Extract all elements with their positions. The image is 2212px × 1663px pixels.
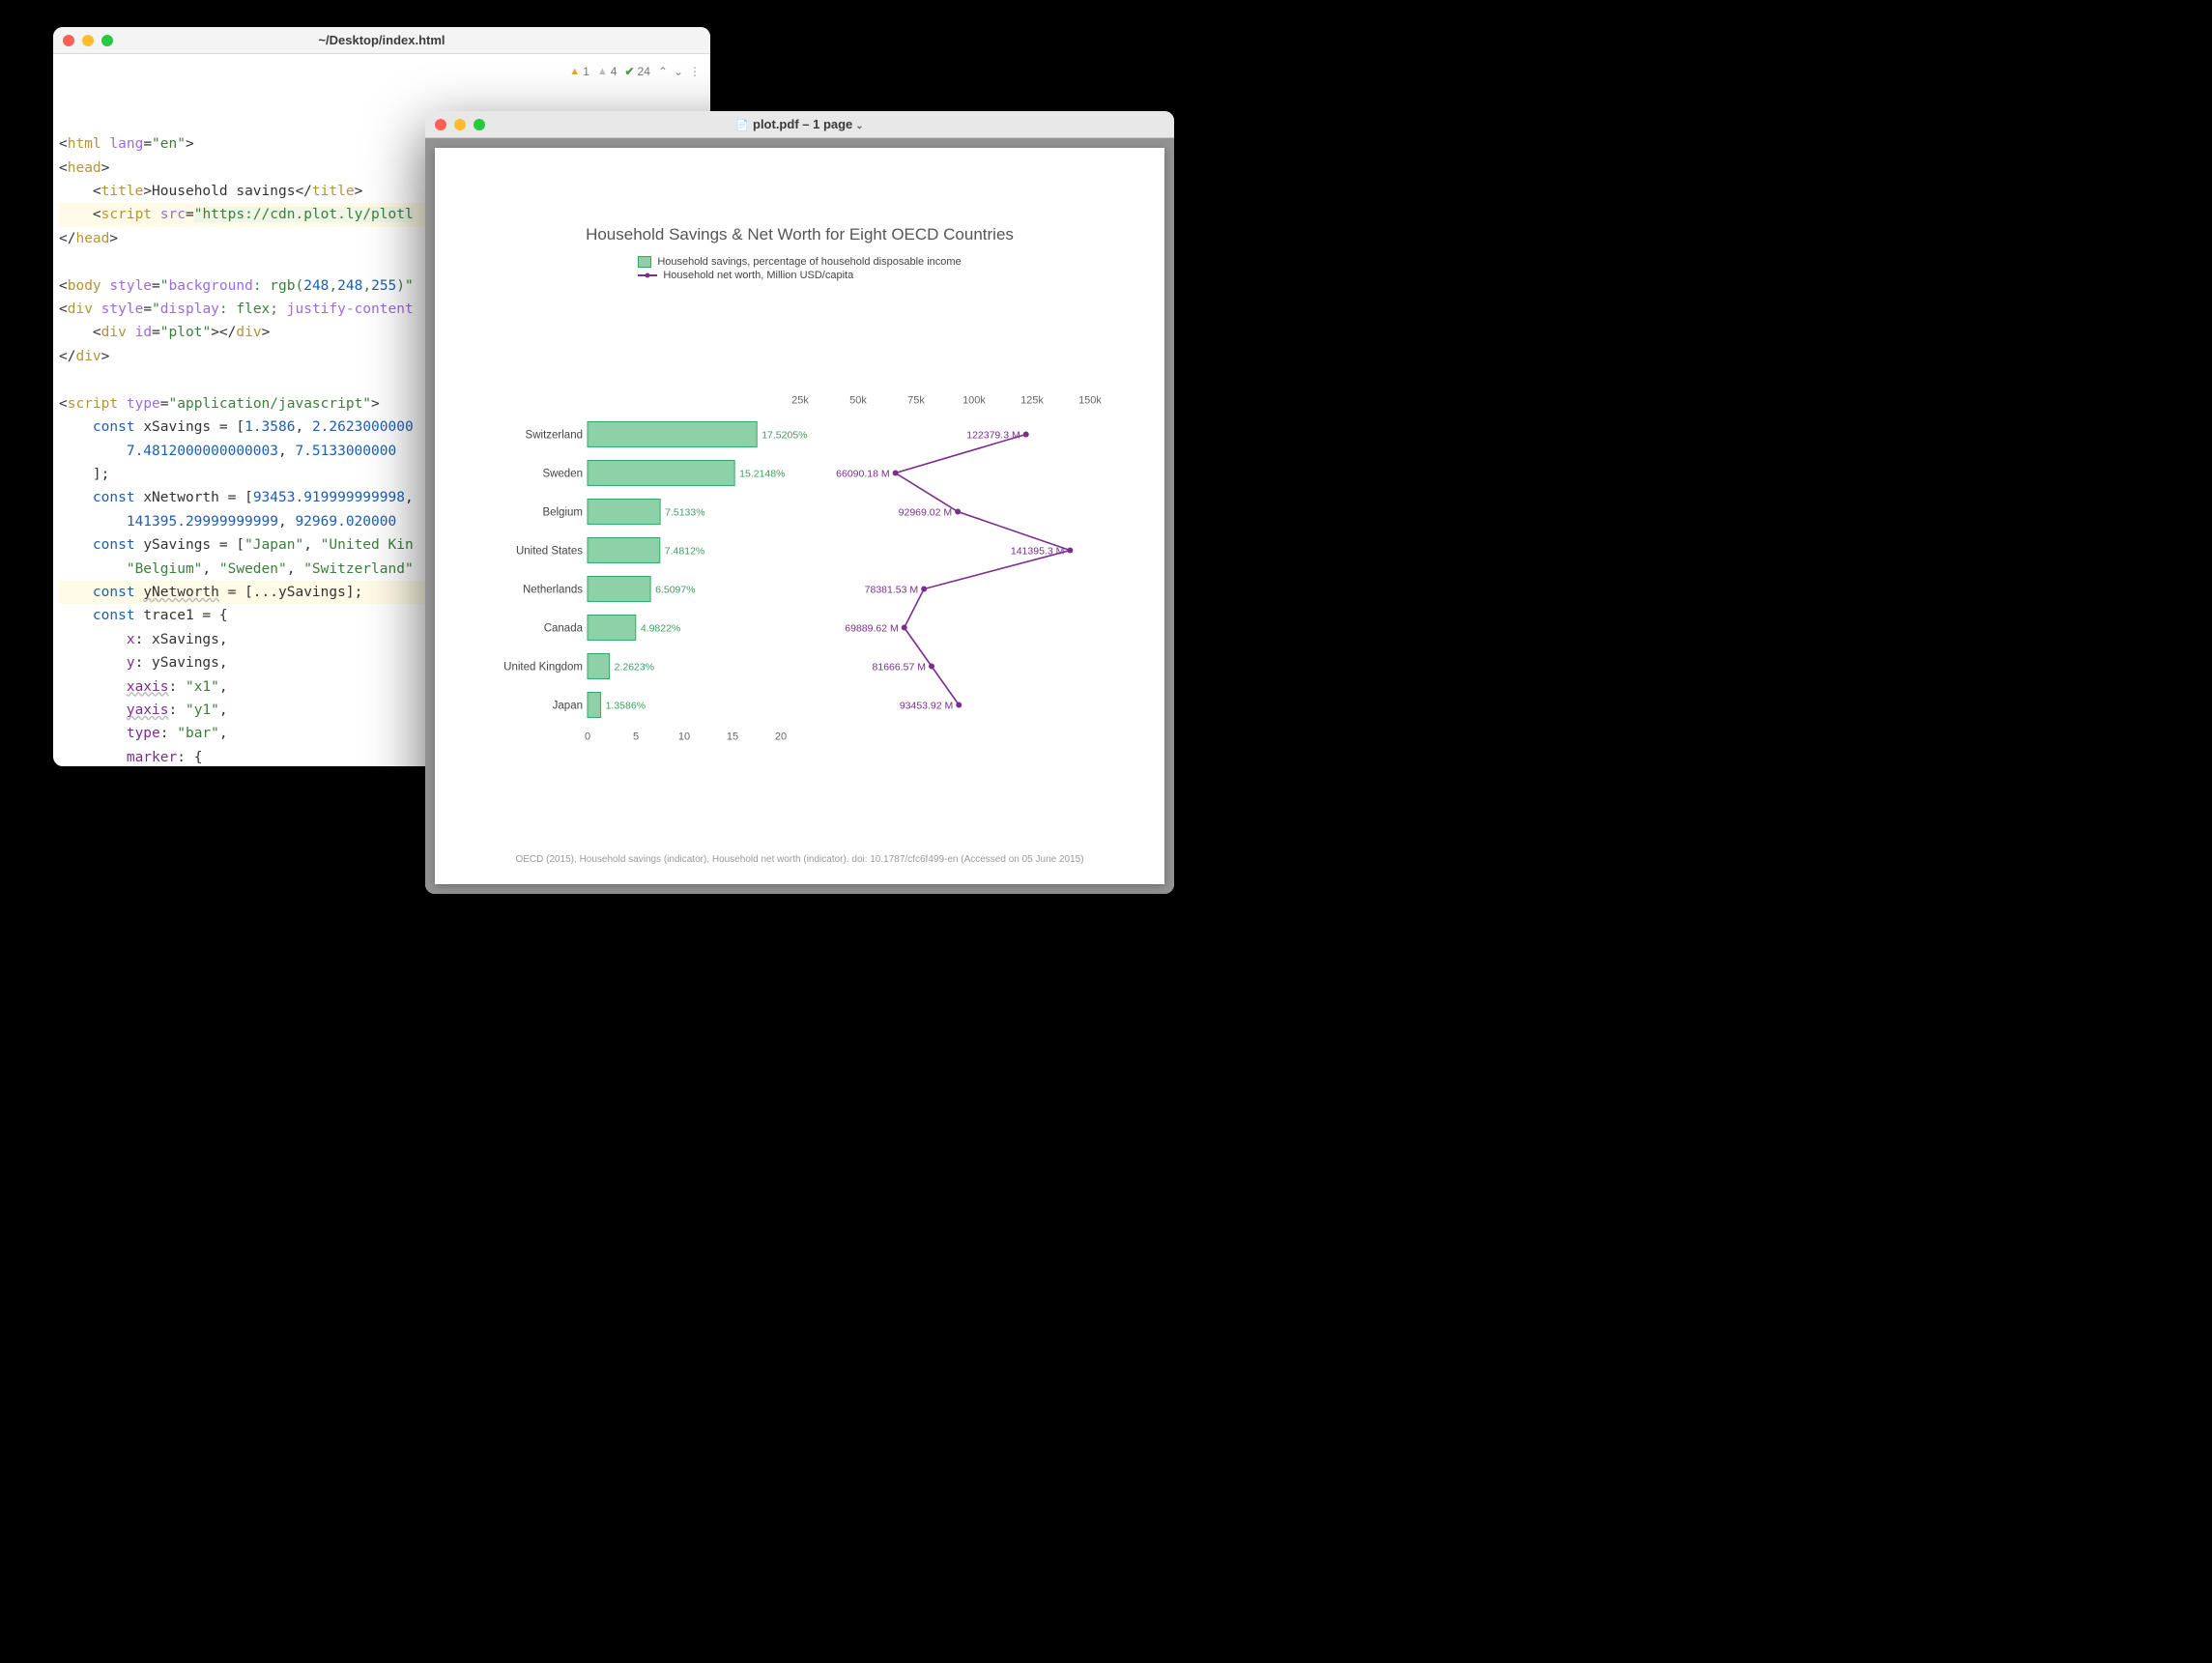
- bar-value-label: 6.5097%: [655, 585, 695, 596]
- bar: [588, 654, 610, 679]
- legend-item-savings: Household savings, percentage of househo…: [638, 256, 961, 268]
- weak-warning-count: 4: [611, 60, 618, 83]
- legend-label: Household net worth, Million USD/capita: [663, 270, 853, 281]
- more-icon[interactable]: ⋮: [689, 60, 701, 83]
- close-icon[interactable]: [435, 119, 446, 130]
- networth-value-label: 93453.92 M: [899, 701, 952, 712]
- networth-value-label: 141395.3 M: [1010, 546, 1063, 558]
- chart-title: Household Savings & Net Worth for Eight …: [586, 225, 1014, 244]
- plot-titlebar: 📄 plot.pdf – 1 page⌄: [425, 111, 1174, 138]
- category-label: United States: [515, 546, 582, 558]
- x2-axis-tick: 150k: [1078, 395, 1102, 407]
- plot-title-text: plot.pdf – 1 page: [753, 117, 852, 131]
- networth-value-label: 81666.57 M: [872, 662, 925, 674]
- editor-title: ~/Desktop/index.html: [53, 33, 710, 47]
- ok-count: 24: [638, 60, 650, 83]
- chevron-down-icon[interactable]: ⌄: [674, 60, 681, 83]
- category-label: Japan: [552, 701, 582, 712]
- x2-axis-tick: 50k: [849, 395, 867, 407]
- bar-value-label: 4.9822%: [640, 623, 679, 635]
- networth-value-label: 78381.53 M: [864, 585, 917, 596]
- bar: [588, 616, 636, 641]
- source-note: OECD (2015), Household savings (indicato…: [515, 854, 1083, 865]
- x2-axis-tick: 100k: [962, 395, 986, 407]
- plot-paper: Household Savings & Net Worth for Eight …: [435, 148, 1164, 884]
- networth-point: [921, 587, 927, 592]
- editor-titlebar: ~/Desktop/index.html: [53, 27, 710, 54]
- plot-traffic-lights: [435, 119, 485, 130]
- bar-value-label: 7.4812%: [664, 546, 704, 558]
- bar-value-label: 2.2623%: [614, 662, 653, 674]
- plot-title[interactable]: 📄 plot.pdf – 1 page⌄: [425, 117, 1174, 131]
- x-axis-tick: 0: [584, 731, 589, 743]
- chevron-up-icon[interactable]: ⌃: [658, 60, 666, 83]
- minimize-icon[interactable]: [454, 119, 466, 130]
- plot-frame: Household Savings & Net Worth for Eight …: [425, 138, 1174, 894]
- bar: [588, 538, 660, 563]
- legend-line-icon: [638, 274, 657, 276]
- networth-point: [928, 664, 934, 670]
- legend-swatch-icon: [638, 256, 651, 268]
- networth-value-label: 66090.18 M: [836, 469, 889, 480]
- x2-axis-tick: 25k: [791, 395, 809, 407]
- x-axis-tick: 15: [726, 731, 737, 743]
- bar-value-label: 1.3586%: [605, 701, 645, 712]
- bar-value-label: 17.5205%: [761, 430, 807, 442]
- networth-value-label: 69889.62 M: [845, 623, 898, 635]
- chart-svg: Switzerland 17.5205% Sweden 15.2148% Belgium…: [491, 293, 1109, 846]
- plot-window: 📄 plot.pdf – 1 page⌄ Household Savings & …: [425, 111, 1174, 894]
- category-label: Canada: [543, 623, 583, 635]
- x-axis-tick: 5: [632, 731, 638, 743]
- chart-legend: Household savings, percentage of househo…: [638, 256, 961, 283]
- networth-point: [1067, 548, 1073, 554]
- inspection-widget[interactable]: ▲1 ▲4 ✔24 ⌃ ⌄ ⋮: [569, 60, 701, 83]
- checkmark-icon: ✔: [624, 60, 634, 83]
- bar: [588, 577, 650, 602]
- legend-label: Household savings, percentage of househo…: [657, 256, 961, 268]
- category-label: Netherlands: [522, 585, 582, 596]
- x-axis-tick: 20: [774, 731, 786, 743]
- warning-icon: ▲: [569, 60, 580, 83]
- chart-area: Switzerland 17.5205% Sweden 15.2148% Belgium…: [491, 293, 1109, 846]
- networth-point: [1022, 432, 1028, 438]
- category-label: Switzerland: [525, 430, 582, 442]
- bar: [588, 693, 601, 718]
- bar: [588, 500, 660, 525]
- networth-point: [956, 702, 962, 708]
- networth-point: [901, 625, 906, 631]
- x-axis-tick: 10: [677, 731, 689, 743]
- networth-value-label: 92969.02 M: [898, 507, 951, 519]
- pdf-icon: 📄: [735, 120, 749, 131]
- x2-axis-tick: 75k: [907, 395, 925, 407]
- bar: [588, 461, 734, 486]
- minimize-icon[interactable]: [82, 35, 94, 46]
- networth-value-label: 122379.3 M: [966, 430, 1020, 442]
- chevron-down-icon: ⌄: [855, 121, 863, 131]
- bar: [588, 422, 757, 447]
- warning-count: 1: [583, 60, 589, 83]
- networth-point: [892, 471, 898, 476]
- category-label: Belgium: [542, 507, 583, 519]
- x2-axis-tick: 125k: [1020, 395, 1044, 407]
- weak-warning-icon: ▲: [597, 60, 608, 83]
- category-label: United Kingdom: [503, 662, 583, 674]
- zoom-icon[interactable]: [101, 35, 113, 46]
- zoom-icon[interactable]: [474, 119, 485, 130]
- bar-value-label: 7.5133%: [665, 507, 704, 519]
- legend-item-networth: Household net worth, Million USD/capita: [638, 270, 961, 281]
- category-label: Sweden: [542, 469, 583, 480]
- bar-value-label: 15.2148%: [739, 469, 785, 480]
- close-icon[interactable]: [63, 35, 74, 46]
- networth-point: [955, 509, 961, 515]
- editor-traffic-lights: [63, 35, 113, 46]
